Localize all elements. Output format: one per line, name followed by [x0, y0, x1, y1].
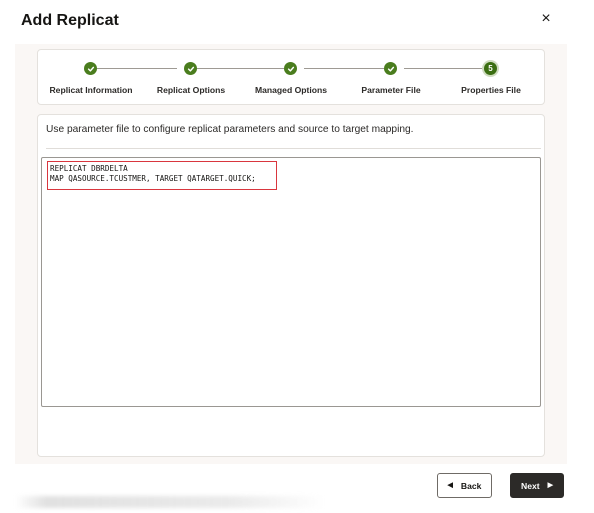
instruction-text: Use parameter file to configure replicat…: [46, 124, 414, 135]
properties-file-panel: Use parameter file to configure replicat…: [37, 114, 545, 457]
editor-line-1: REPLICAT DBRDELTA: [50, 164, 128, 173]
step-connector: [97, 68, 177, 69]
close-icon[interactable]: ×: [538, 10, 554, 28]
step-3-check-icon[interactable]: [284, 62, 297, 75]
step-5-current-indicator[interactable]: 5: [484, 62, 497, 75]
caret-right-icon: ▶: [547, 482, 554, 489]
next-button[interactable]: Next ▶: [510, 473, 564, 498]
window-edge-shadow: [15, 496, 325, 508]
step-label-replicat-information[interactable]: Replicat Information: [49, 85, 132, 95]
step-1-check-icon[interactable]: [84, 62, 97, 75]
back-button[interactable]: ◀ Back: [437, 473, 492, 498]
train-stepper: 5 Replicat Information Replicat Options …: [37, 49, 545, 105]
divider: [46, 148, 541, 149]
back-button-label: Back: [460, 480, 482, 491]
editor-code: REPLICAT DBRDELTA MAP QASOURCE.TCUSTMER, …: [50, 164, 256, 184]
step-label-parameter-file[interactable]: Parameter File: [361, 85, 420, 95]
step-label-properties-file[interactable]: Properties File: [461, 85, 521, 95]
step-connector: [197, 68, 284, 69]
step-label-managed-options[interactable]: Managed Options: [255, 85, 327, 95]
step-connector: [304, 68, 384, 69]
step-2-check-icon[interactable]: [184, 62, 197, 75]
parameter-file-editor[interactable]: REPLICAT DBRDELTA MAP QASOURCE.TCUSTMER, …: [41, 157, 541, 407]
next-button-label: Next: [520, 480, 540, 491]
dialog-title: Add Replicat: [21, 12, 119, 29]
editor-line-2: MAP QASOURCE.TCUSTMER, TARGET QATARGET.Q…: [50, 174, 256, 183]
caret-left-icon: ◀: [447, 482, 453, 489]
step-4-check-icon[interactable]: [384, 62, 397, 75]
step-connector: [404, 68, 484, 69]
step-label-replicat-options[interactable]: Replicat Options: [157, 85, 225, 95]
